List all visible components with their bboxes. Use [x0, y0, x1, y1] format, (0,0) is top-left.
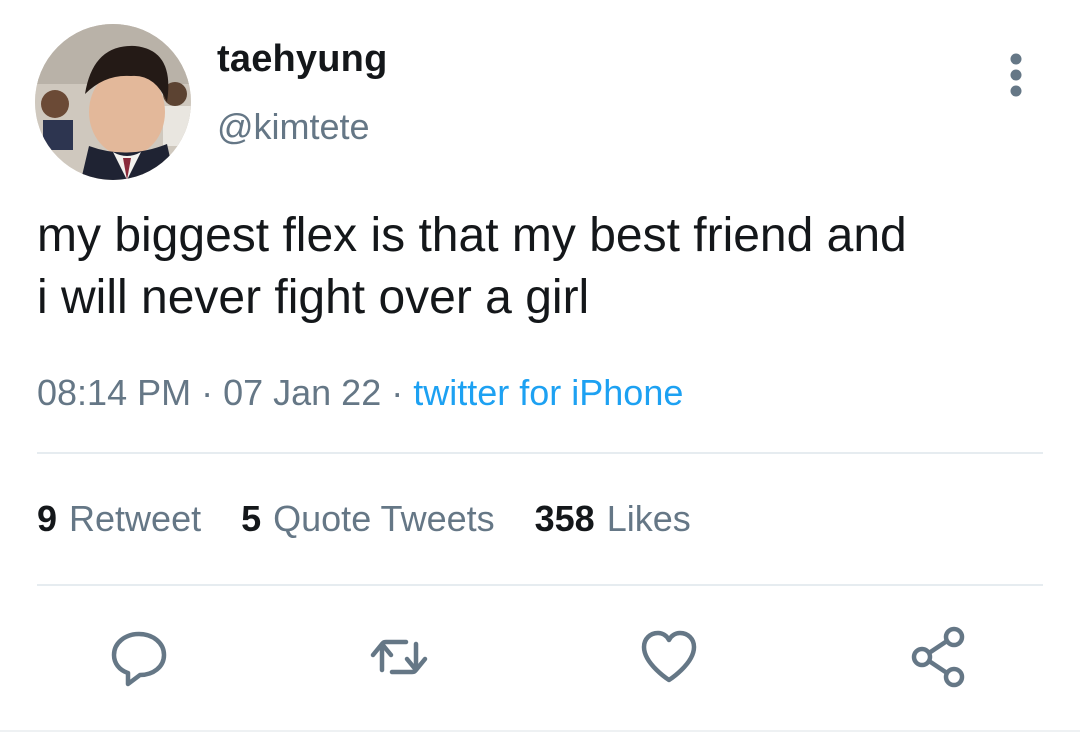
divider	[0, 730, 1080, 732]
avatar[interactable]	[35, 24, 191, 180]
divider	[37, 584, 1043, 586]
tweet-detail: taehyung @kimtete my biggest flex is tha…	[0, 0, 1080, 750]
retweets-count: 9	[37, 498, 58, 539]
quotes-label: Quote Tweets	[273, 498, 495, 539]
divider	[37, 452, 1043, 454]
separator-dot: ·	[201, 372, 214, 413]
tweet-date: 07 Jan 22	[223, 372, 382, 413]
share-icon	[911, 626, 965, 688]
retweets-label: Retweet	[69, 498, 202, 539]
retweets-stat[interactable]: 9 Retweet	[37, 498, 201, 540]
likes-label: Likes	[606, 498, 691, 539]
quote-tweets-stat[interactable]: 5 Quote Tweets	[241, 498, 495, 540]
author-handle[interactable]: @kimtete	[217, 106, 370, 148]
author-name[interactable]: taehyung	[217, 38, 388, 81]
reply-icon	[111, 631, 167, 687]
likes-stat[interactable]: 358 Likes	[535, 498, 691, 540]
share-button[interactable]	[906, 624, 972, 690]
tweet-meta: 08:14 PM · 07 Jan 22 · twitter for iPhone	[37, 372, 683, 414]
quotes-count: 5	[241, 498, 262, 539]
tweet-stats: 9 Retweet 5 Quote Tweets 358 Likes	[37, 498, 691, 540]
retweet-button[interactable]	[366, 624, 432, 690]
likes-count: 358	[534, 498, 595, 539]
separator-dot: ·	[391, 372, 404, 413]
more-vertical-icon[interactable]	[996, 52, 1036, 98]
reply-button[interactable]	[106, 624, 172, 690]
retweet-icon	[370, 639, 428, 675]
tweet-time: 08:14 PM	[37, 372, 192, 413]
like-button[interactable]	[636, 624, 702, 690]
profile-photo	[35, 24, 191, 180]
tweet-source-link[interactable]: twitter for iPhone	[413, 372, 683, 413]
heart-icon	[641, 630, 697, 683]
tweet-text: my biggest flex is that my best friend a…	[37, 209, 907, 324]
